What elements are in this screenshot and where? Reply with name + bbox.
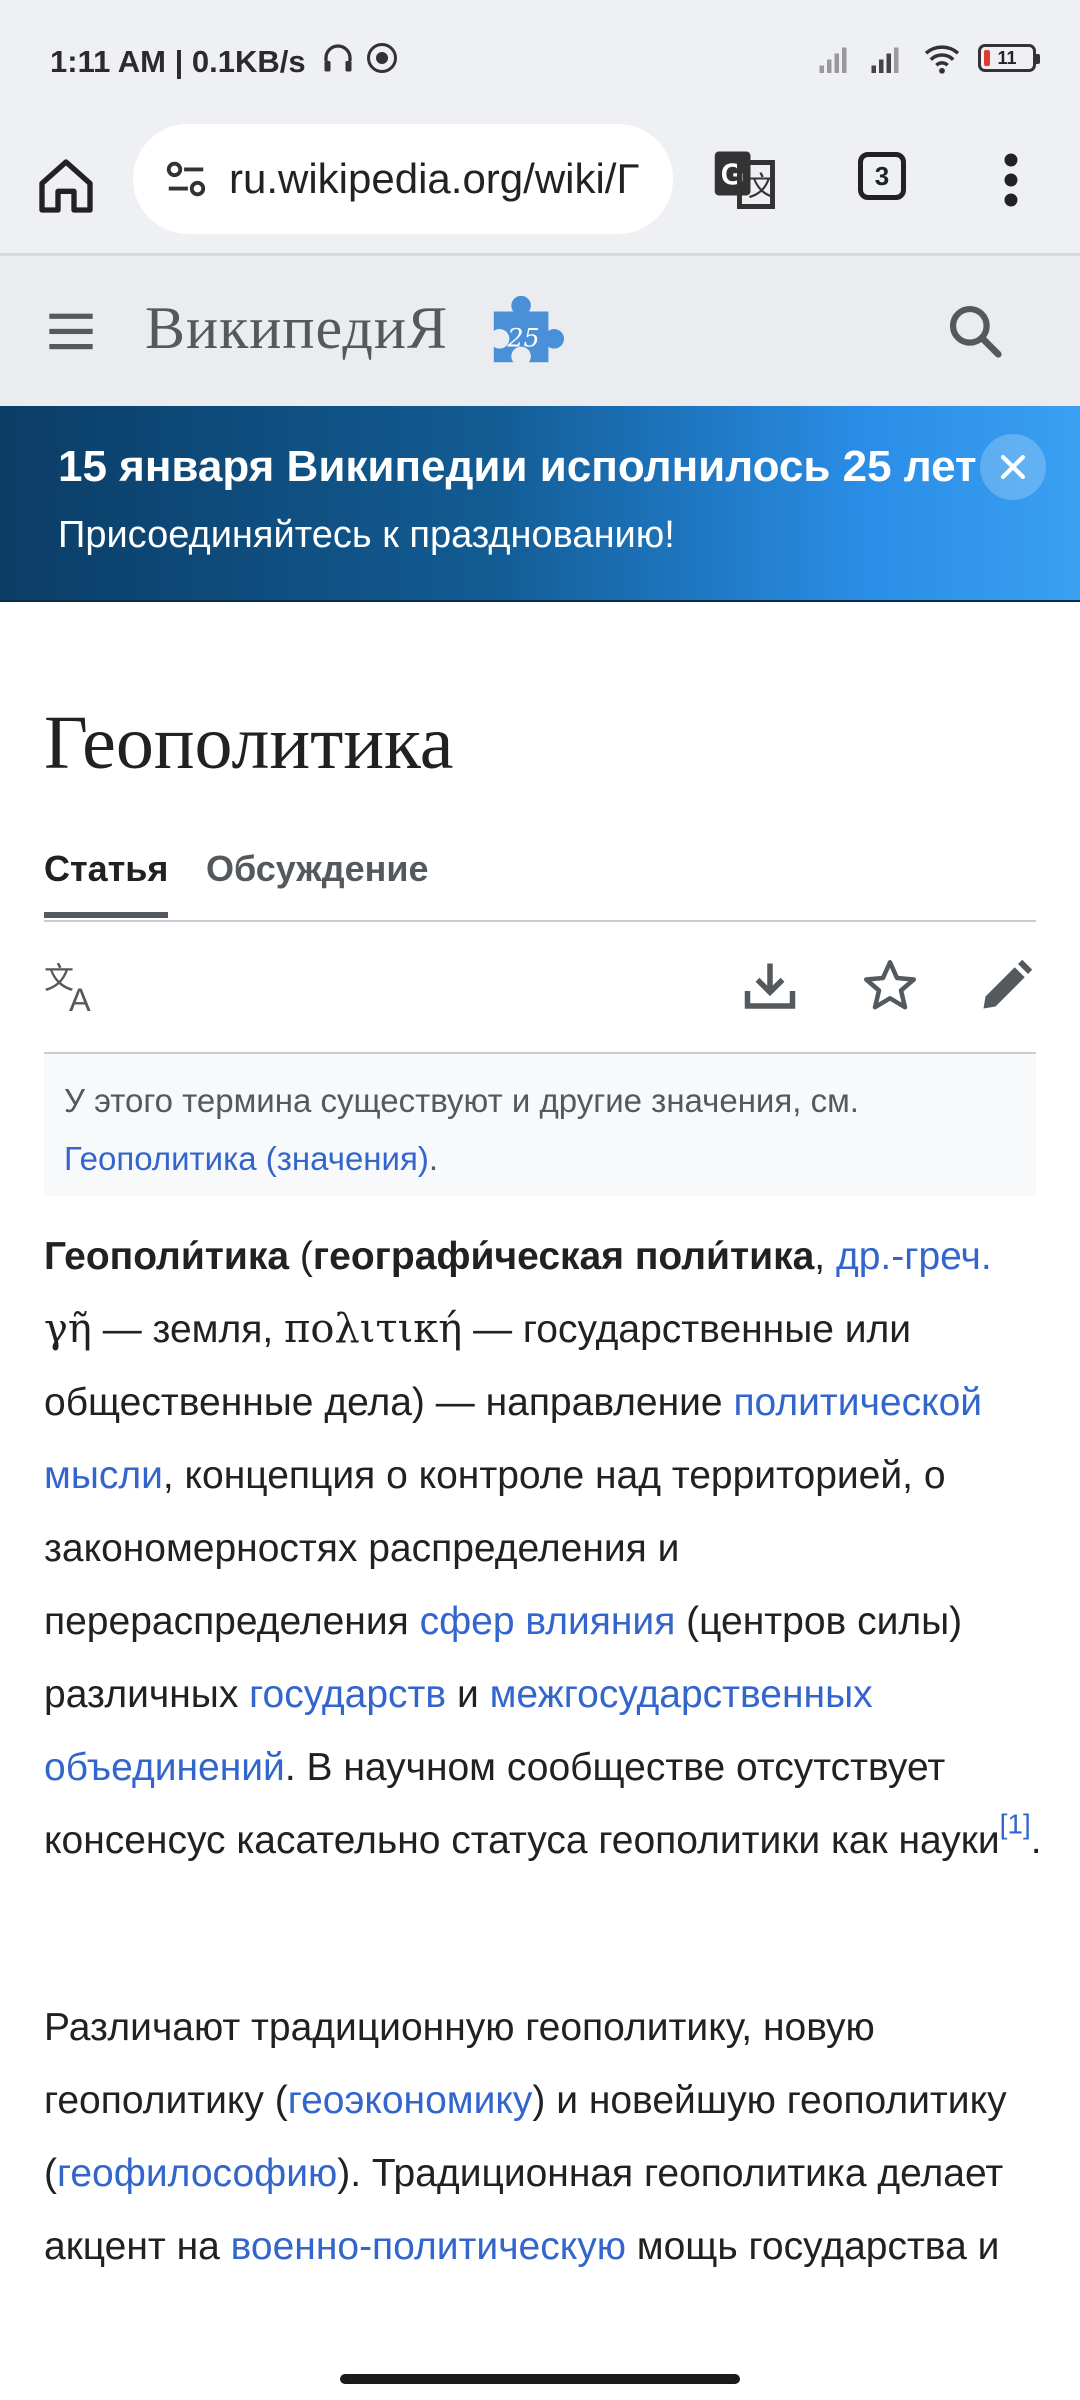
link-military-political[interactable]: военно-политическую (231, 2225, 626, 2268)
svg-text:文: 文 (748, 171, 776, 203)
download-icon[interactable] (740, 956, 800, 1016)
notification-app-icon (367, 43, 397, 73)
link-ancient-greek[interactable]: др.-греч. (836, 1235, 992, 1278)
browser-toolbar: ru.wikipedia.org/wiki/Г G 文 3 (0, 120, 1080, 256)
paragraph-1: Геополи́тика (географи́ческая поли́тика,… (44, 1235, 1042, 1862)
reference-1[interactable]: [1] (1000, 1808, 1031, 1839)
article-tabs: Статья Обсуждение (44, 840, 1036, 922)
hatnote: У этого термина существуют и другие знач… (44, 1054, 1036, 1196)
tab-discussion[interactable]: Обсуждение (206, 848, 429, 890)
watch-star-icon[interactable] (860, 956, 920, 1016)
search-icon[interactable] (944, 300, 1006, 362)
wiki-header: ВикипедиЯ 25 (0, 256, 1080, 406)
status-bar: 1:11 AM | 0.1KB/s 11 (0, 0, 1080, 120)
alt-term-bold: географи́ческая поли́тика (312, 1235, 815, 1278)
active-tab-indicator (44, 912, 168, 918)
status-left-icons (320, 40, 400, 76)
anniversary-number: 25 (506, 323, 539, 353)
signal-2-icon (871, 47, 899, 73)
home-indicator[interactable] (340, 2374, 740, 2384)
wikipedia-logo[interactable]: ВикипедиЯ (145, 294, 448, 363)
battery-level: 11 (997, 47, 1017, 68)
language-icon[interactable]: 文 A (44, 956, 104, 1017)
overflow-menu-icon[interactable] (996, 150, 1026, 210)
signal-1-icon (819, 47, 847, 73)
svg-text:A: A (69, 982, 91, 1016)
status-right-icons: 11 (818, 42, 1040, 74)
link-geophilosophy[interactable]: геофилософию (57, 2152, 337, 2195)
puzzle-anniversary-icon: 25 (493, 295, 564, 363)
banner-close-button[interactable] (980, 434, 1046, 500)
tab-switcher-button[interactable]: 3 (858, 152, 906, 200)
close-icon (1000, 454, 1026, 480)
banner-title[interactable]: 15 января Википедии исполнилось 25 лет (58, 442, 977, 492)
main-menu-icon[interactable] (44, 305, 98, 357)
tab-article[interactable]: Статья (44, 848, 168, 890)
banner-subtitle[interactable]: Присоединяйтесь к празднованию! (58, 514, 675, 557)
page-actions: 文 A (44, 920, 1036, 1054)
status-time: 1:11 AM | 0.1KB/s (50, 44, 306, 79)
home-icon[interactable] (34, 154, 98, 218)
hatnote-text: У этого термина существуют и другие знач… (64, 1082, 859, 1119)
paragraph-2: Различают традиционную геополитику, нову… (44, 2006, 1007, 2268)
wifi-icon (924, 45, 960, 74)
link-states[interactable]: государств (249, 1673, 446, 1716)
address-bar[interactable]: ru.wikipedia.org/wiki/Г (133, 124, 673, 234)
edit-pencil-icon[interactable] (976, 956, 1036, 1016)
site-settings-icon[interactable] (163, 156, 209, 202)
page-title: Геополитика (44, 701, 454, 785)
headphones-icon (324, 44, 352, 72)
term-bold: Геополи́тика (44, 1235, 290, 1278)
link-spheres-of-influence[interactable]: сфер влияния (420, 1600, 676, 1643)
url-text[interactable]: ru.wikipedia.org/wiki/Г (229, 155, 639, 203)
translate-icon[interactable]: G 文 (712, 146, 778, 212)
battery-indicator: 11 (978, 44, 1040, 72)
hatnote-link[interactable]: Геополитика (значения) (64, 1140, 429, 1177)
link-geoeconomics[interactable]: геоэкономику (288, 2079, 533, 2122)
anniversary-banner[interactable]: 15 января Википедии исполнилось 25 лет П… (0, 406, 1080, 602)
